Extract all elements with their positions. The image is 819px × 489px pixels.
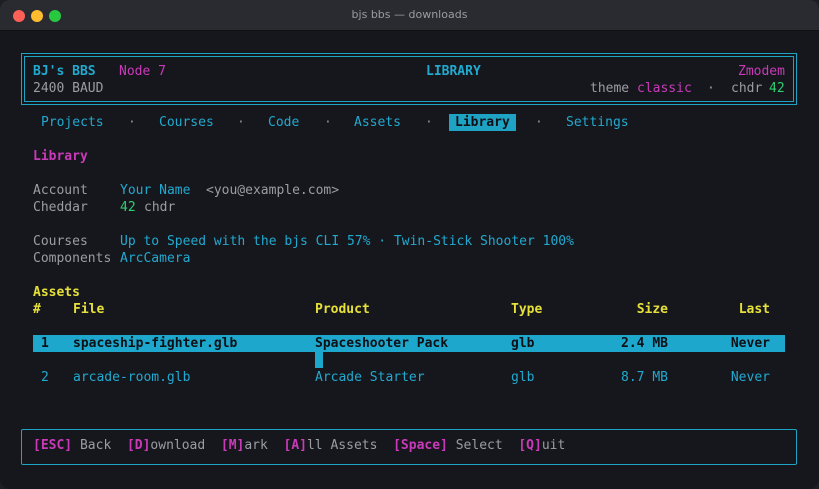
tab-library[interactable]: Library bbox=[449, 114, 516, 131]
terminal-screen: BJ's BBS Node 7 LIBRARY Zmodem 2400 BAUD… bbox=[0, 31, 819, 489]
assets-heading: Assets bbox=[33, 285, 80, 300]
components-value: ArcCamera bbox=[120, 251, 191, 266]
cheddar-label: Cheddar bbox=[33, 200, 88, 215]
mark-label: ark bbox=[244, 438, 268, 453]
tab-code[interactable]: Code bbox=[268, 114, 299, 131]
row-product: Arcade Starter bbox=[315, 370, 425, 385]
tab-separator: · bbox=[128, 115, 136, 130]
app-name: BJ's BBS bbox=[33, 64, 96, 79]
download-key[interactable]: [D] bbox=[127, 438, 150, 453]
components-label: Components bbox=[33, 251, 112, 266]
row-num: 1 bbox=[41, 336, 49, 351]
account-name: Your Name bbox=[120, 183, 191, 198]
tab-separator: · bbox=[237, 115, 245, 130]
row-last: Never bbox=[730, 370, 770, 385]
select-key[interactable]: [Space] bbox=[393, 438, 448, 453]
col-num: # bbox=[33, 302, 41, 317]
node-label: Node 7 bbox=[119, 64, 166, 79]
theme-value: classic bbox=[637, 81, 692, 96]
tab-projects[interactable]: Projects bbox=[41, 114, 104, 131]
row-type: glb bbox=[511, 336, 535, 351]
col-size: Size bbox=[636, 302, 668, 317]
col-product: Product bbox=[315, 302, 370, 317]
row-product: Spaceshooter Pack bbox=[315, 336, 449, 351]
title-bar: bjs bbs — downloads bbox=[0, 0, 819, 31]
tab-separator: · bbox=[535, 115, 543, 130]
baud-label: 2400 BAUD bbox=[33, 81, 104, 96]
chdr-label: chdr bbox=[731, 81, 763, 96]
account-label: Account bbox=[33, 183, 88, 198]
courses-value: Up to Speed with the bjs CLI 57% · Twin-… bbox=[120, 234, 574, 249]
tab-separator: · bbox=[324, 115, 332, 130]
all-assets-label: ll Assets bbox=[306, 438, 378, 453]
col-type: Type bbox=[511, 302, 543, 317]
esc-key[interactable]: [ESC] bbox=[33, 438, 72, 453]
row-file: spaceship-fighter.glb bbox=[73, 336, 238, 351]
row-size: 2.4 MB bbox=[621, 336, 668, 351]
cheddar-unit: chdr bbox=[144, 200, 176, 215]
select-label: Select bbox=[447, 438, 503, 453]
section-title: LIBRARY bbox=[426, 64, 481, 79]
theme-label: theme bbox=[590, 81, 630, 96]
courses-label: Courses bbox=[33, 234, 88, 249]
keybar-text: [ESC] Back [D]ownload [M]ark [A]ll Asset… bbox=[33, 437, 565, 454]
tab-separator: · bbox=[425, 115, 433, 130]
download-label: ownload bbox=[150, 438, 206, 453]
cheddar-value: 42 bbox=[120, 200, 136, 215]
account-email: <you@example.com> bbox=[206, 183, 340, 198]
tab-assets[interactable]: Assets bbox=[354, 114, 401, 131]
col-file: File bbox=[73, 302, 105, 317]
window-title: bjs bbs — downloads bbox=[351, 8, 468, 21]
esc-label: Back bbox=[72, 438, 112, 453]
text-cursor bbox=[315, 352, 323, 368]
tab-courses[interactable]: Courses bbox=[159, 114, 214, 131]
row-file[interactable]: arcade-room.glb bbox=[73, 369, 190, 386]
col-last: Last bbox=[738, 302, 770, 317]
tab-settings[interactable]: Settings bbox=[566, 114, 629, 131]
mark-key[interactable]: [M] bbox=[221, 438, 244, 453]
quit-label: uit bbox=[541, 438, 566, 453]
chdr-value: 42 bbox=[769, 81, 785, 96]
row-type: glb bbox=[511, 370, 535, 385]
all-assets-key[interactable]: [A] bbox=[284, 438, 307, 453]
row-last: Never bbox=[730, 336, 770, 351]
terminal-window: bjs bbs — downloads BJ's BBS Node 7 LIBR… bbox=[0, 0, 819, 489]
protocol-label: Zmodem bbox=[738, 64, 785, 79]
row-size: 8.7 MB bbox=[621, 370, 668, 385]
quit-key[interactable]: [Q] bbox=[518, 438, 541, 453]
row-num[interactable]: 2 bbox=[41, 369, 49, 386]
library-heading: Library bbox=[33, 149, 88, 164]
header-separator: · bbox=[707, 81, 715, 96]
